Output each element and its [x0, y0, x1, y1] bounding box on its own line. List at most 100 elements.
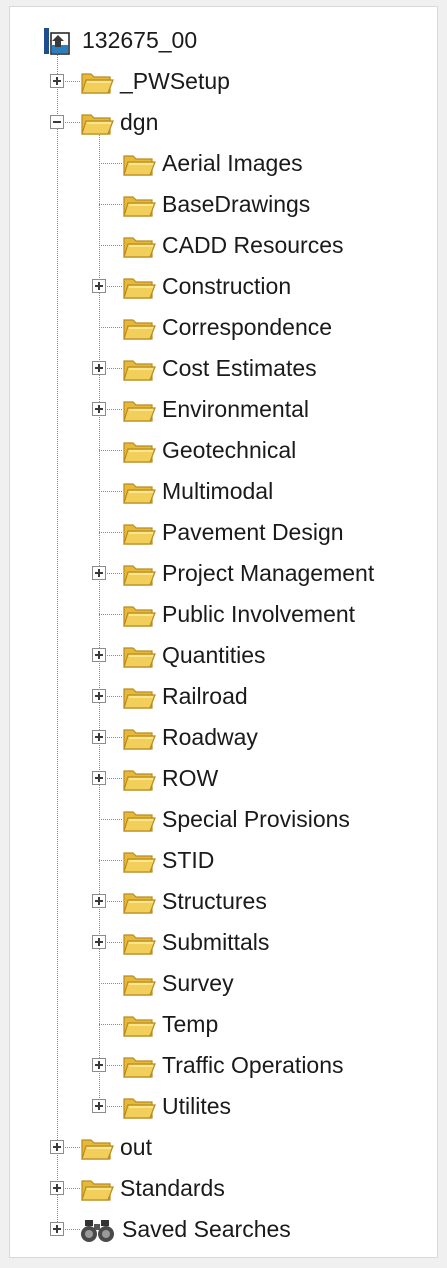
tree-item-label: STID	[162, 847, 215, 873]
tree-item-cost-estimates[interactable]: Cost Estimates	[122, 348, 317, 389]
expand-toggle-submittals[interactable]	[92, 935, 106, 949]
expand-toggle-pwsetup[interactable]	[50, 74, 64, 88]
folder-icon	[123, 933, 156, 955]
tree-item-structures[interactable]: Structures	[122, 881, 267, 922]
folder-icon	[123, 523, 156, 545]
tree-item-utilites[interactable]: Utilites	[122, 1086, 231, 1127]
tree-item-label: Multimodal	[162, 478, 274, 504]
tree-item-label: BaseDrawings	[162, 191, 311, 217]
tree-item-submittals[interactable]: Submittals	[122, 922, 269, 963]
tree-item-label: Survey	[162, 970, 234, 996]
tree-item-traffic-operations[interactable]: Traffic Operations	[122, 1045, 344, 1086]
project-root-icon	[44, 27, 70, 55]
expand-toggle-project-management[interactable]	[92, 566, 106, 580]
tree-root-label: 132675_00	[82, 27, 198, 53]
tree-connector-h	[99, 614, 122, 615]
folder-icon	[123, 359, 156, 381]
expand-toggle-row[interactable]	[92, 771, 106, 785]
expand-toggle-environmental[interactable]	[92, 402, 106, 416]
folder-icon	[123, 441, 156, 463]
tree-item-pavement-design[interactable]: Pavement Design	[122, 512, 344, 553]
expand-toggle-utilites[interactable]	[92, 1099, 106, 1113]
tree-item-public-involvement[interactable]: Public Involvement	[122, 594, 355, 635]
tree-item-label: Roadway	[162, 724, 258, 750]
folder-icon	[123, 482, 156, 504]
tree-item-aerial-images[interactable]: Aerial Images	[122, 143, 303, 184]
tree-item-label: Standards	[120, 1175, 225, 1201]
tree-item-project-management[interactable]: Project Management	[122, 553, 374, 594]
tree-item-standards[interactable]: Standards	[80, 1168, 225, 1209]
expand-toggle-construction[interactable]	[92, 279, 106, 293]
expand-toggle-saved-searches[interactable]	[50, 1222, 64, 1236]
tree-item-label: Utilites	[162, 1093, 232, 1119]
folder-icon	[123, 1015, 156, 1037]
expand-toggle-traffic-operations[interactable]	[92, 1058, 106, 1072]
tree-item-quantities[interactable]: Quantities	[122, 635, 266, 676]
tree-root[interactable]: 132675_00	[40, 20, 197, 61]
tree-item-special-provisions[interactable]: Special Provisions	[122, 799, 350, 840]
tree-item-temp[interactable]: Temp	[122, 1004, 218, 1045]
expand-toggle-out[interactable]	[50, 1140, 64, 1154]
tree-item-geotechnical[interactable]: Geotechnical	[122, 430, 296, 471]
folder-icon	[81, 113, 114, 135]
expand-toggle-railroad[interactable]	[92, 689, 106, 703]
folder-icon	[123, 236, 156, 258]
folder-icon	[123, 728, 156, 750]
folder-icon	[123, 974, 156, 996]
tree-item-row[interactable]: ROW	[122, 758, 218, 799]
tree-item-survey[interactable]: Survey	[122, 963, 234, 1004]
tree-item-railroad[interactable]: Railroad	[122, 676, 248, 717]
tree-connector-h	[99, 450, 122, 451]
expand-toggle-structures[interactable]	[92, 894, 106, 908]
expand-toggle-cost-estimates[interactable]	[92, 361, 106, 375]
expand-toggle-quantities[interactable]	[92, 648, 106, 662]
tree-item-label: Traffic Operations	[162, 1052, 344, 1078]
folder-icon	[123, 687, 156, 709]
tree-item-multimodal[interactable]: Multimodal	[122, 471, 273, 512]
folder-icon	[81, 1179, 114, 1201]
binoculars-icon	[81, 1219, 114, 1242]
expand-toggle-roadway[interactable]	[92, 730, 106, 744]
tree-item-correspondence[interactable]: Correspondence	[122, 307, 332, 348]
tree-connector-h	[99, 1024, 122, 1025]
tree-connector-h	[99, 819, 122, 820]
tree-item-environmental[interactable]: Environmental	[122, 389, 309, 430]
folder-icon	[123, 892, 156, 914]
folder-icon	[123, 564, 156, 586]
folder-icon	[123, 851, 156, 873]
tree-item-label: Construction	[162, 273, 292, 299]
folder-icon	[123, 769, 156, 791]
folder-icon	[123, 1056, 156, 1078]
tree-item-pwsetup[interactable]: _PWSetup	[80, 61, 230, 102]
tree-item-out[interactable]: out	[80, 1127, 152, 1168]
tree-item-label: Project Management	[162, 560, 375, 586]
expand-toggle-standards[interactable]	[50, 1181, 64, 1195]
collapse-toggle-dgn[interactable]	[50, 115, 64, 129]
tree-item-label: Railroad	[162, 683, 248, 709]
tree-item-cadd-resources[interactable]: CADD Resources	[122, 225, 344, 266]
tree-item-label: out	[120, 1134, 152, 1160]
tree-item-basedrawings[interactable]: BaseDrawings	[122, 184, 310, 225]
tree-item-label: Special Provisions	[162, 806, 350, 832]
tree-item-label: Geotechnical	[162, 437, 297, 463]
folder-icon	[123, 810, 156, 832]
tree-item-dgn[interactable]: dgn	[80, 102, 158, 143]
tree-item-label: Quantities	[162, 642, 266, 668]
folder-icon	[81, 72, 114, 94]
folder-icon	[123, 318, 156, 340]
tree-item-stid[interactable]: STID	[122, 840, 214, 881]
tree-connector-h	[99, 491, 122, 492]
folder-icon	[123, 1097, 156, 1119]
tree-connector-h	[99, 983, 122, 984]
tree-connector-h	[99, 860, 122, 861]
folder-icon	[123, 277, 156, 299]
tree-item-label: CADD Resources	[162, 232, 344, 258]
tree-item-label: Cost Estimates	[162, 355, 317, 381]
tree-item-label: Submittals	[162, 929, 270, 955]
tree-item-label: Correspondence	[162, 314, 333, 340]
tree-item-construction[interactable]: Construction	[122, 266, 291, 307]
tree-connector-h	[99, 327, 122, 328]
folder-tree[interactable]: 132675_00 _PWSetup dgn Aerial Images BaseDr…	[0, 0, 447, 1268]
tree-item-saved-searches[interactable]: Saved Searches	[80, 1209, 291, 1250]
tree-item-roadway[interactable]: Roadway	[122, 717, 258, 758]
